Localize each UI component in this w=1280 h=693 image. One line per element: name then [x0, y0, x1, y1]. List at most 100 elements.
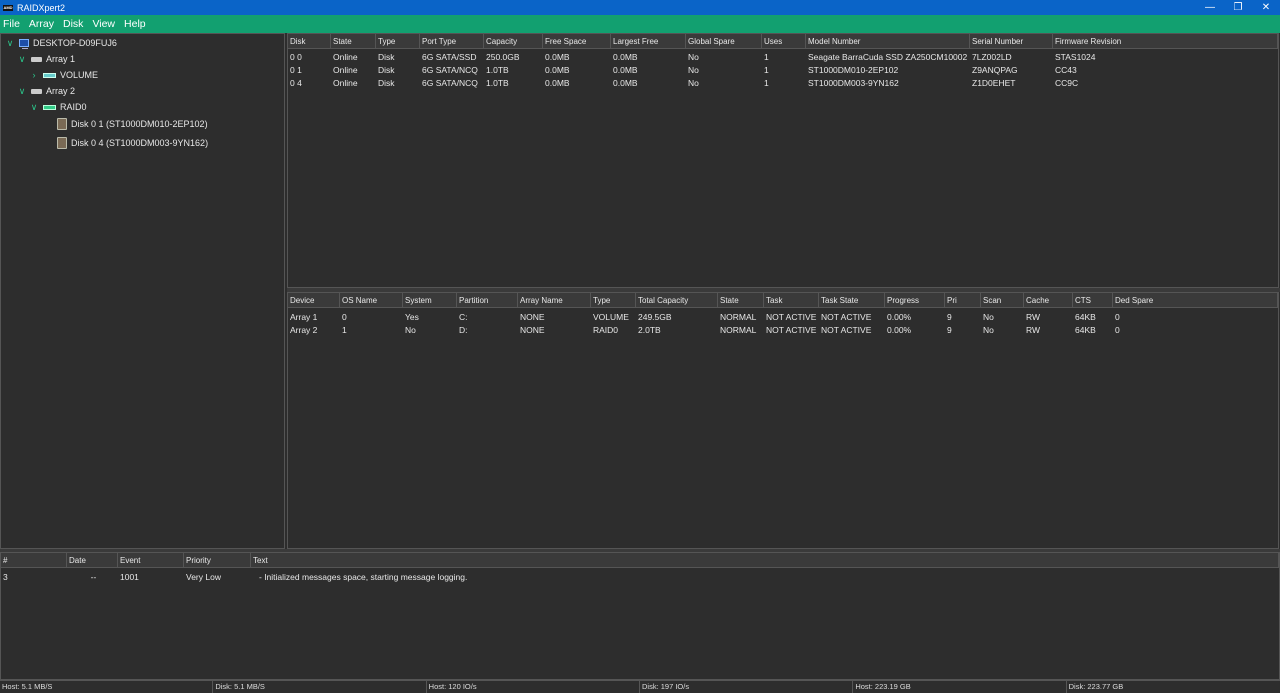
hard-disk-icon — [57, 118, 67, 130]
col-header[interactable]: Type — [376, 34, 420, 49]
status-host-iops: Host: 120 IO/s — [427, 681, 640, 693]
col-header[interactable]: Date — [67, 553, 118, 568]
table-row[interactable]: Array 2 1 No D: NONE RAID0 2.0TB NORMAL … — [288, 324, 1278, 337]
table-cell: 0 4 — [290, 78, 302, 88]
table-row[interactable]: 0 1 Online Disk 6G SATA/NCQ 1.0TB 0.0MB … — [288, 64, 1278, 77]
table-cell: 64KB — [1075, 325, 1096, 335]
col-header[interactable]: Progress — [885, 293, 945, 308]
window-title: RAIDXpert2 — [17, 2, 66, 13]
status-host-throughput: Host: 5.1 MB/S — [0, 681, 214, 693]
col-header[interactable]: Scan — [981, 293, 1024, 308]
table-row[interactable]: 0 0 Online Disk 6G SATA/SSD 250.0GB 0.0M… — [288, 51, 1278, 64]
menu-help[interactable]: Help — [124, 18, 146, 30]
col-header[interactable]: Largest Free — [611, 34, 686, 49]
table-cell: CC9C — [1055, 78, 1079, 88]
col-header[interactable]: State — [331, 34, 376, 49]
col-header[interactable]: Serial Number — [970, 34, 1053, 49]
raid-icon — [43, 104, 56, 110]
table-cell: 7LZ002LD — [972, 52, 1012, 62]
table-cell: RW — [1026, 312, 1041, 322]
tree-node-array1[interactable]: ∨ Array 1 — [17, 51, 75, 67]
col-header[interactable]: Disk — [288, 34, 331, 49]
col-header[interactable]: State — [718, 293, 764, 308]
table-cell: 6G SATA/NCQ — [422, 65, 478, 75]
close-button[interactable]: ✕ — [1252, 0, 1280, 15]
col-header[interactable]: System — [403, 293, 457, 308]
col-header[interactable]: Pri — [945, 293, 981, 308]
tree-node-disk01[interactable]: Disk 0 1 (ST1000DM010-2EP102) — [57, 116, 208, 132]
chevron-down-icon[interactable]: ∨ — [5, 38, 15, 49]
col-header[interactable]: Capacity — [484, 34, 543, 49]
col-header[interactable]: Text — [251, 553, 1279, 568]
menu-disk[interactable]: Disk — [63, 18, 83, 30]
col-header[interactable]: # — [1, 553, 67, 568]
menu-view[interactable]: View — [92, 18, 115, 30]
col-header[interactable]: Total Capacity — [636, 293, 718, 308]
table-cell: NONE — [520, 325, 545, 335]
table-cell: 1.0TB — [486, 65, 509, 75]
table-cell: D: — [459, 325, 468, 335]
table-cell: 0 — [342, 312, 347, 322]
tree-node-array2[interactable]: ∨ Array 2 — [17, 83, 75, 99]
table-cell: RW — [1026, 325, 1041, 335]
table-cell: No — [688, 65, 699, 75]
col-header[interactable]: Global Spare — [686, 34, 762, 49]
col-header[interactable]: Priority — [184, 553, 251, 568]
amd-logo-icon: AMD — [3, 4, 13, 11]
table-cell: 250.0GB — [486, 52, 520, 62]
col-header[interactable]: Uses — [762, 34, 806, 49]
array-table: Device OS Name System Partition Array Na… — [287, 292, 1279, 549]
array-icon — [31, 88, 42, 94]
event-log-table: # Date Event Priority Text 3 -- 1001 Ver… — [0, 552, 1280, 680]
table-row[interactable]: Array 1 0 Yes C: NONE VOLUME 249.5GB NOR… — [288, 311, 1278, 324]
table-cell: NOT ACTIVE — [821, 325, 872, 335]
chevron-right-icon[interactable]: › — [29, 70, 39, 80]
table-row[interactable]: 3 -- 1001 Very Low - Initialized message… — [1, 571, 1279, 584]
col-header[interactable]: Task — [764, 293, 819, 308]
col-header[interactable]: Task State — [819, 293, 885, 308]
minimize-button[interactable]: — — [1196, 0, 1224, 15]
col-header[interactable]: Port Type — [420, 34, 484, 49]
col-header[interactable]: Cache — [1024, 293, 1073, 308]
window-controls: — ❐ ✕ — [1196, 0, 1280, 15]
menu-array[interactable]: Array — [29, 18, 54, 30]
table-cell: No — [688, 78, 699, 88]
tree-node-disk04[interactable]: Disk 0 4 (ST1000DM003-9YN162) — [57, 135, 208, 151]
col-header[interactable]: Ded Spare — [1113, 293, 1278, 308]
tree-node-root[interactable]: ∨ DESKTOP-D09FUJ6 — [5, 35, 117, 51]
chevron-down-icon[interactable]: ∨ — [17, 54, 27, 65]
table-cell: NORMAL — [720, 325, 757, 335]
table-cell: CC43 — [1055, 65, 1077, 75]
tree-node-raid0[interactable]: ∨ RAID0 — [29, 99, 87, 115]
chevron-down-icon[interactable]: ∨ — [17, 86, 27, 97]
menu-file[interactable]: File — [3, 18, 20, 30]
table-cell: Very Low — [186, 572, 221, 582]
tree-node-volume[interactable]: › VOLUME — [29, 67, 99, 83]
col-header[interactable]: Firmware Revision — [1053, 34, 1278, 49]
table-cell: Online — [333, 78, 358, 88]
col-header[interactable]: Model Number — [806, 34, 970, 49]
table-cell: Array 1 — [290, 312, 318, 322]
table-cell: No — [688, 52, 699, 62]
col-header[interactable]: Partition — [457, 293, 518, 308]
table-cell: VOLUME — [593, 312, 629, 322]
col-header[interactable]: CTS — [1073, 293, 1113, 308]
col-header[interactable]: Array Name — [518, 293, 591, 308]
status-disk-throughput: Disk: 5.1 MB/S — [213, 681, 427, 693]
array-icon — [31, 56, 42, 62]
disk-table-header: Disk State Type Port Type Capacity Free … — [288, 34, 1278, 49]
table-cell: Z1D0EHET — [972, 78, 1016, 88]
col-header[interactable]: OS Name — [340, 293, 403, 308]
table-row[interactable]: 0 4 Online Disk 6G SATA/NCQ 1.0TB 0.0MB … — [288, 77, 1278, 90]
chevron-down-icon[interactable]: ∨ — [29, 102, 39, 113]
table-cell: 1.0TB — [486, 78, 509, 88]
col-header[interactable]: Free Space — [543, 34, 611, 49]
col-header[interactable]: Type — [591, 293, 636, 308]
restore-button[interactable]: ❐ — [1224, 0, 1252, 15]
col-header[interactable]: Event — [118, 553, 184, 568]
table-cell: 0 1 — [290, 65, 302, 75]
event-table-header: # Date Event Priority Text — [1, 553, 1279, 568]
col-header[interactable]: Device — [288, 293, 340, 308]
table-cell: Online — [333, 52, 358, 62]
hard-disk-icon — [57, 137, 67, 149]
